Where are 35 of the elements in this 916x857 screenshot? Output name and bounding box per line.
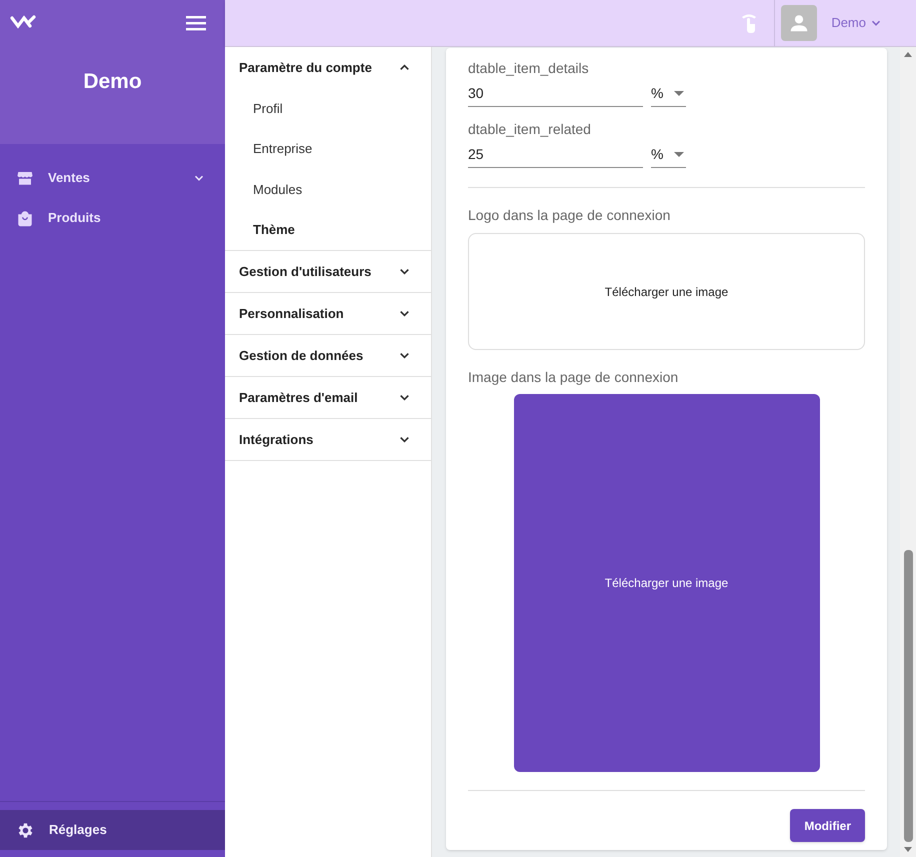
- settings-icon: [16, 820, 35, 840]
- scroll-down-icon[interactable]: [904, 847, 912, 852]
- scroll-up-icon[interactable]: [904, 52, 912, 57]
- settings-item[interactable]: Profil: [225, 88, 431, 128]
- store-icon: [16, 169, 34, 187]
- scrollbar-thumb[interactable]: [904, 550, 912, 842]
- unit-select[interactable]: %: [651, 81, 686, 107]
- nav-item[interactable]: Produits: [0, 198, 225, 238]
- settings-item[interactable]: Thème: [225, 210, 431, 250]
- settings-section[interactable]: Paramètres d'email: [225, 377, 431, 418]
- dropdown-icon: [674, 91, 684, 96]
- settings-nav-item[interactable]: Réglages: [0, 810, 225, 850]
- number-field[interactable]: 25: [468, 142, 643, 168]
- scrollbar[interactable]: [900, 47, 916, 857]
- upload-area[interactable]: Télécharger une image: [468, 233, 865, 350]
- settings-section[interactable]: Intégrations: [225, 419, 431, 460]
- nav-item[interactable]: Ventes: [0, 158, 225, 198]
- field-label: dtable_item_related: [468, 120, 592, 139]
- bag-icon: [16, 209, 34, 227]
- settings-item[interactable]: Modules: [225, 169, 431, 210]
- upload-label: Logo dans la page de connexion: [468, 206, 672, 225]
- settings-section[interactable]: Personnalisation: [225, 293, 431, 334]
- settings-section[interactable]: Gestion d'utilisateurs: [225, 251, 431, 292]
- unit-select[interactable]: %: [651, 142, 686, 168]
- menu-icon[interactable]: [186, 15, 206, 31]
- settings-section[interactable]: Paramètre du compte: [225, 47, 431, 88]
- dropdown-icon: [674, 152, 684, 157]
- settings-item[interactable]: Entreprise: [225, 128, 431, 169]
- upload-area[interactable]: Télécharger une image: [514, 394, 820, 772]
- field-label: dtable_item_details: [468, 59, 590, 78]
- settings-section[interactable]: Gestion de données: [225, 335, 431, 376]
- sidebar-title: Demo: [82, 69, 143, 95]
- modify-button[interactable]: Modifier: [790, 809, 865, 842]
- number-field[interactable]: 30: [468, 81, 643, 107]
- upload-label: Image dans la page de connexion: [468, 368, 680, 387]
